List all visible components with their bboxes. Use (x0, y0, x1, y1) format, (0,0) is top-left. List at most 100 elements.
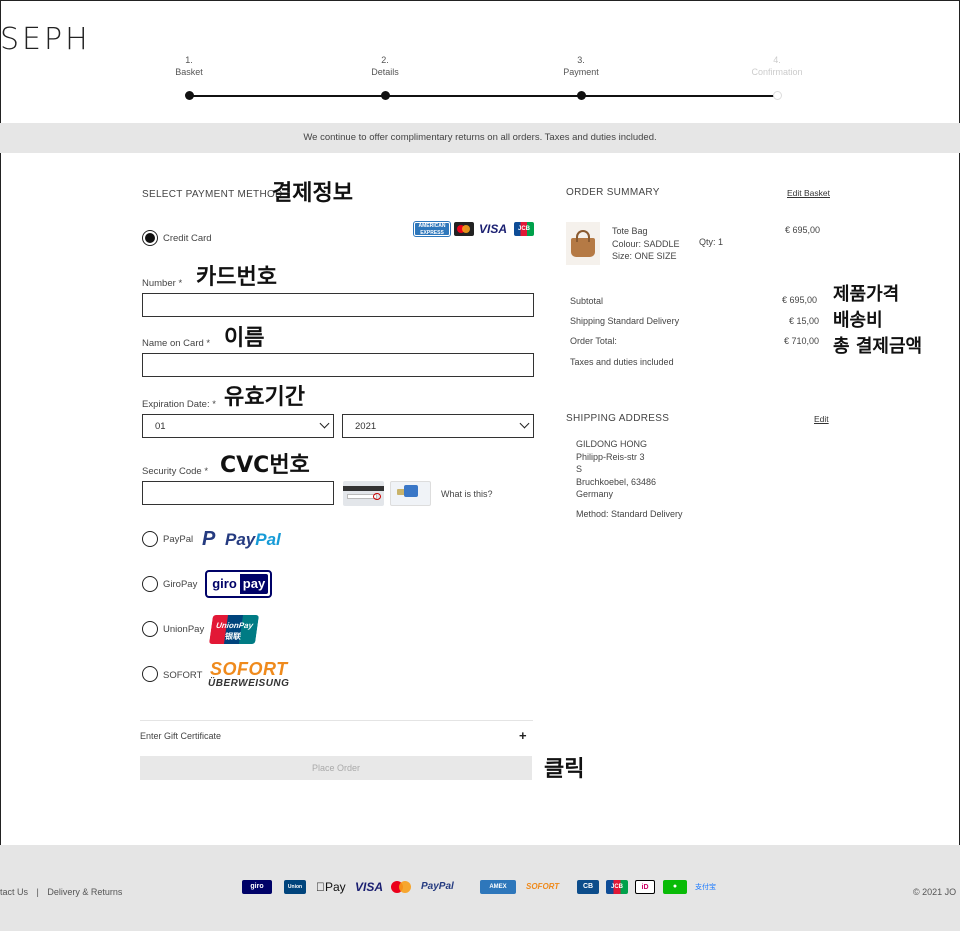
copyright: © 2021 JO (913, 887, 957, 897)
gift-certificate-toggle[interactable]: Enter Gift Certificate (140, 731, 221, 741)
amex-icon: AMERICAN EXPRESS (413, 221, 451, 237)
chevron-down-icon (319, 418, 330, 429)
payment-method-title: SELECT PAYMENT METHOD (142, 189, 283, 200)
edit-basket-link[interactable]: Edit Basket (787, 188, 830, 198)
gift-divider (140, 720, 533, 721)
step-number: 3. (577, 55, 585, 65)
step-label: Confirmation (751, 67, 803, 77)
address-line: Bruchkoebel, 63486 (576, 476, 657, 487)
step-dot-details (381, 91, 390, 100)
name-on-card-label: Name on Card * (142, 338, 211, 349)
footer-payment-icons: giro Union Pay VISA PayPal AMEX SOFORT … (242, 880, 732, 896)
paypal-label: PayPal (163, 534, 194, 545)
card-number-input[interactable] (142, 293, 534, 317)
wechat-pay-icon: ● (663, 880, 687, 894)
annotation-shipping: 배송비 (833, 310, 883, 331)
brand-logo[interactable]: SEPH (0, 22, 91, 57)
visa-icon: VISA (479, 222, 508, 236)
step-details[interactable]: 2. Details (345, 54, 425, 78)
security-code-input[interactable] (142, 481, 334, 505)
unionpay-label: UnionPay (163, 624, 205, 635)
annotation-cvc: CVC번호 (220, 453, 310, 478)
chevron-down-icon (519, 418, 530, 429)
plus-icon[interactable]: + (519, 728, 527, 743)
annotation-total: 총 결제금액 (833, 336, 923, 357)
step-label: Basket (175, 67, 203, 77)
sofort-icon: SOFORT (526, 882, 560, 891)
contact-us-link[interactable]: tact Us (0, 887, 28, 897)
giropay-logo-icon: giro pay (205, 570, 272, 598)
annotation-card-number: 카드번호 (196, 265, 277, 290)
card-brand-logos: AMERICAN EXPRESS VISA JCB (413, 221, 534, 237)
taxes-note: Taxes and duties included (570, 357, 674, 367)
month-value: 01 (155, 421, 166, 432)
annotation-click: 클릭 (544, 757, 585, 782)
step-dot-confirmation (773, 91, 782, 100)
amex-icon: AMEX (480, 880, 516, 894)
unionpay-logo-icon: UnionPay 银联 (208, 615, 260, 644)
sofort-logo-icon: SOFORT ÜBERWEISUNG (208, 659, 290, 689)
cb-icon: CB (577, 880, 599, 894)
footer-separator: | (36, 887, 39, 897)
product-name: Tote Bag (612, 226, 648, 236)
mastercard-icon (454, 222, 474, 236)
expiration-year-select[interactable]: 2021 (342, 414, 534, 438)
unionpay-radio[interactable] (142, 621, 158, 637)
giropay-radio[interactable] (142, 576, 158, 592)
returns-banner: We continue to offer complimentary retur… (0, 123, 960, 153)
shipping-value: € 15,00 (789, 316, 820, 326)
footer-links: tact Us | Delivery & Returns (0, 887, 122, 897)
jcb-icon: JCB (514, 222, 534, 236)
delivery-returns-link[interactable]: Delivery & Returns (47, 887, 122, 897)
sofort-label: SOFORT (163, 670, 203, 681)
subtotal-value: € 695,00 (782, 295, 818, 305)
giropay-icon: giro (242, 880, 272, 894)
step-confirmation: 4. Confirmation (737, 54, 817, 78)
name-on-card-input[interactable] (142, 353, 534, 377)
shipping-label: Shipping Standard Delivery (570, 316, 680, 326)
security-code-label: Security Code * (142, 466, 209, 477)
shipping-address-title: SHIPPING ADDRESS (566, 413, 670, 424)
sofort-radio[interactable] (142, 666, 158, 682)
step-dot-basket (185, 91, 194, 100)
paypal-radio[interactable] (142, 531, 158, 547)
jcb-icon: JCB (606, 880, 628, 894)
step-number: 1. (185, 55, 193, 65)
step-number: 4. (773, 55, 781, 65)
annotation-product-price: 제품가격 (833, 284, 900, 305)
product-quantity: Qty: 1 (699, 237, 724, 247)
step-payment: 3. Payment (541, 54, 621, 78)
annotation-payment-info: 결제정보 (272, 181, 353, 206)
step-basket[interactable]: 1. Basket (149, 54, 229, 78)
expiration-label: Expiration Date: * (142, 399, 216, 410)
year-value: 2021 (355, 421, 377, 432)
what-is-this-link[interactable]: What is this? (441, 489, 493, 499)
expiration-month-select[interactable]: 01 (142, 414, 334, 438)
order-total-label: Order Total: (570, 336, 617, 346)
step-dot-payment (577, 91, 586, 100)
order-summary-title: ORDER SUMMARY (566, 187, 660, 198)
place-order-button[interactable]: Place Order (140, 756, 532, 780)
address-line: Philipp-Reis-str 3 (576, 451, 645, 462)
ideal-icon: iD (635, 880, 655, 894)
product-thumbnail[interactable] (566, 222, 600, 265)
product-details: Tote Bag Colour: SADDLE Size: ONE SIZE (612, 225, 680, 263)
step-number: 2. (381, 55, 389, 65)
edit-address-link[interactable]: Edit (814, 414, 829, 424)
order-total-value: € 710,00 (784, 336, 820, 346)
giropay-label: GiroPay (163, 579, 198, 590)
delivery-method: Method: Standard Delivery (576, 509, 683, 519)
product-price: € 695,00 (785, 225, 821, 235)
unionpay-icon: Union (284, 880, 306, 894)
credit-card-radio[interactable] (142, 230, 158, 246)
product-colour: Colour: SADDLE (612, 238, 680, 249)
shipping-address: GILDONG HONG Philipp-Reis-str 3 S Bruchk… (576, 438, 656, 501)
step-label: Details (371, 67, 399, 77)
address-line: S (576, 464, 583, 475)
paypal-logo-icon: P PayPal (202, 528, 281, 550)
card-number-label: Number * (142, 278, 183, 289)
paypal-icon: PayPal (421, 881, 454, 892)
annotation-expiration: 유효기간 (224, 385, 305, 410)
checkout-progress-line (189, 95, 777, 97)
subtotal-label: Subtotal (570, 296, 604, 306)
